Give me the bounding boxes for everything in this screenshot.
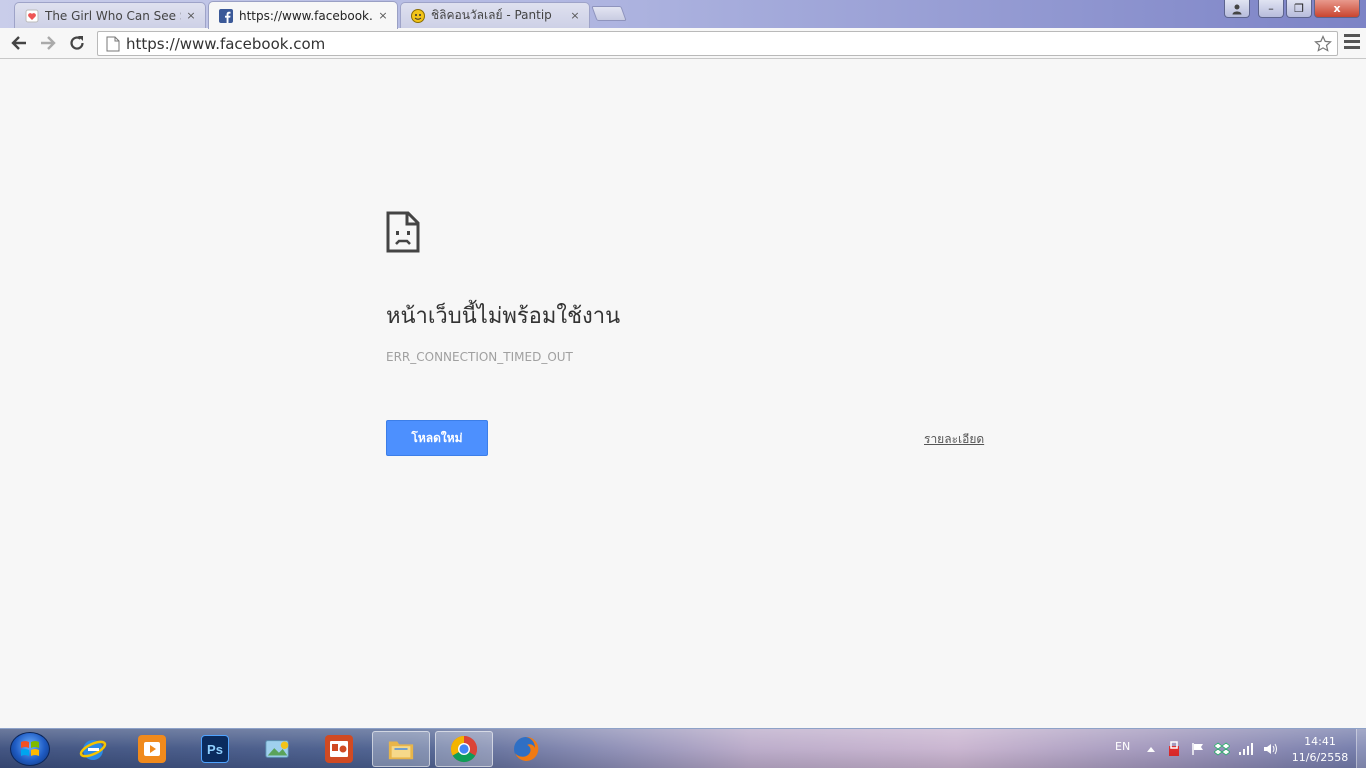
page-icon <box>106 36 120 51</box>
taskbar-powerpoint[interactable] <box>310 731 368 767</box>
dropbox-icon[interactable] <box>1214 741 1230 757</box>
firefox-icon <box>512 735 540 763</box>
taskbar-media-player[interactable] <box>123 731 181 767</box>
reload-icon <box>70 36 84 50</box>
tab-title: https://www.facebook.con <box>239 8 373 23</box>
heart-page-icon <box>25 9 39 23</box>
minimize-button[interactable]: – <box>1258 0 1284 18</box>
show-hidden-icons-button[interactable] <box>1143 741 1159 757</box>
taskbar-internet-explorer[interactable] <box>64 731 122 767</box>
tab-close-button[interactable]: × <box>377 9 389 22</box>
file-explorer-icon <box>387 735 415 763</box>
photoshop-icon: Ps <box>201 735 229 763</box>
maximize-button[interactable]: ❐ <box>1286 0 1312 18</box>
taskbar-photo-viewer[interactable] <box>249 731 307 767</box>
windows-logo-icon <box>21 741 39 756</box>
back-button[interactable] <box>8 32 30 54</box>
title-bar: The Girl Who Can See Sme × https://www.f… <box>0 0 1366 29</box>
network-signal-icon[interactable] <box>1238 741 1254 757</box>
close-window-button[interactable]: x <box>1314 0 1360 18</box>
clock-date: 11/6/2558 <box>1291 751 1349 764</box>
media-player-icon <box>138 735 166 763</box>
reload-page-button[interactable]: โหลดใหม่ <box>386 420 488 456</box>
language-indicator[interactable]: EN <box>1115 740 1130 753</box>
back-arrow-icon <box>11 36 26 50</box>
user-profile-button[interactable] <box>1224 0 1250 18</box>
action-center-flag-icon[interactable] <box>1190 741 1206 757</box>
browser-toolbar: https://www.facebook.com <box>0 28 1366 59</box>
bookmark-star-icon[interactable] <box>1313 34 1333 54</box>
clock-time: 14:41 <box>1304 735 1336 748</box>
tab-pantip[interactable]: ชิลิคอนวัลเลย์ - Pantip × <box>400 2 590 28</box>
details-link[interactable]: รายละเอียด <box>924 430 984 449</box>
powerpoint-icon <box>325 735 353 763</box>
windows-taskbar: Ps EN 14:41 11/6/2558 <box>0 728 1366 768</box>
forward-arrow-icon <box>41 36 56 50</box>
address-bar[interactable]: https://www.facebook.com <box>97 31 1338 56</box>
start-button[interactable] <box>10 732 50 766</box>
tab-facebook[interactable]: https://www.facebook.con × <box>208 1 398 29</box>
pantip-icon <box>411 8 425 23</box>
user-icon <box>1232 4 1242 14</box>
taskbar-file-explorer[interactable] <box>372 731 430 767</box>
tab-girl-who-can-see[interactable]: The Girl Who Can See Sme × <box>14 2 206 28</box>
taskbar-photoshop[interactable]: Ps <box>186 731 244 767</box>
facebook-icon <box>219 8 233 23</box>
photo-viewer-icon <box>264 735 292 763</box>
tab-title: ชิลิคอนวัลเลย์ - Pantip <box>431 8 552 22</box>
tab-close-button[interactable]: × <box>569 9 581 22</box>
security-tray-icon[interactable] <box>1166 741 1182 757</box>
chrome-icon <box>450 735 478 763</box>
taskbar-firefox[interactable] <box>497 731 555 767</box>
taskbar-chrome[interactable] <box>435 731 493 767</box>
system-clock[interactable]: 14:41 11/6/2558 <box>1290 734 1350 766</box>
reload-button[interactable] <box>66 32 88 54</box>
tab-title: The Girl Who Can See Sme <box>45 8 181 23</box>
error-title: หน้าเว็บนี้ไม่พร้อมใช้งาน <box>386 304 621 329</box>
url-text: https://www.facebook.com <box>126 34 326 53</box>
internet-explorer-icon <box>79 735 107 763</box>
error-code: ERR_CONNECTION_TIMED_OUT <box>386 350 573 364</box>
volume-icon[interactable] <box>1262 741 1278 757</box>
new-tab-button[interactable] <box>591 6 627 21</box>
show-desktop-button[interactable] <box>1356 729 1366 768</box>
window-controls: – ❐ x <box>1224 0 1360 18</box>
forward-button[interactable] <box>37 32 59 54</box>
tab-close-button[interactable]: × <box>185 9 197 22</box>
sad-page-icon <box>386 211 420 253</box>
chrome-menu-icon[interactable] <box>1344 34 1360 52</box>
